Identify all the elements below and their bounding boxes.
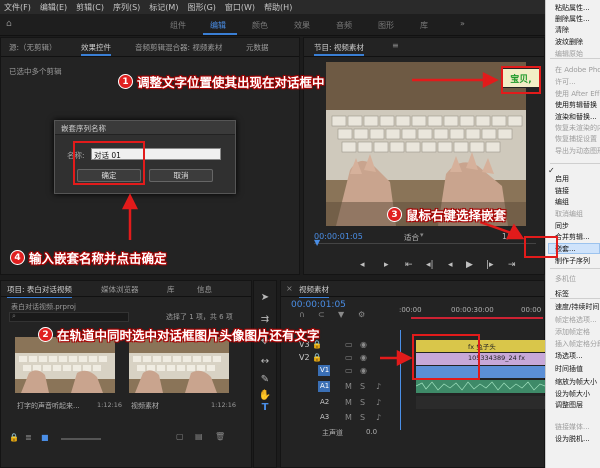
arrow-2-head [396,349,413,367]
premiere-window: 文件(F) 编辑(E) 剪辑(C) 序列(S) 标记(M) 图形(G) 窗口(W… [0,0,600,468]
arrow-4-head [121,193,139,210]
annotation-arrows [121,71,525,367]
step-number-badge: 2 [38,327,53,342]
annotation-step-3: 3 鼠标右键选择嵌套 [387,205,506,224]
annotation-step-1: 1 调整文字位置使其出现在对话框中 [118,72,325,91]
step-number-badge: 4 [10,250,25,265]
step-number-badge: 1 [118,74,133,89]
arrow-1-head [482,71,499,89]
annotation-step-2: 2 在轨道中同时选中对话框图片头像图片还有文字 [38,325,320,344]
step-number-badge: 3 [387,207,402,222]
annotation-step-4: 4 输入嵌套名称并点击确定 [10,248,167,267]
annotation-text: 在轨道中同时选中对话框图片头像图片还有文字 [57,328,320,343]
arrow-3-head [505,223,525,240]
annotation-text: 输入嵌套名称并点击确定 [29,251,167,266]
annotation-text: 鼠标右键选择嵌套 [406,208,507,223]
annotation-text: 调整文字位置使其出现在对话框中 [137,75,325,90]
